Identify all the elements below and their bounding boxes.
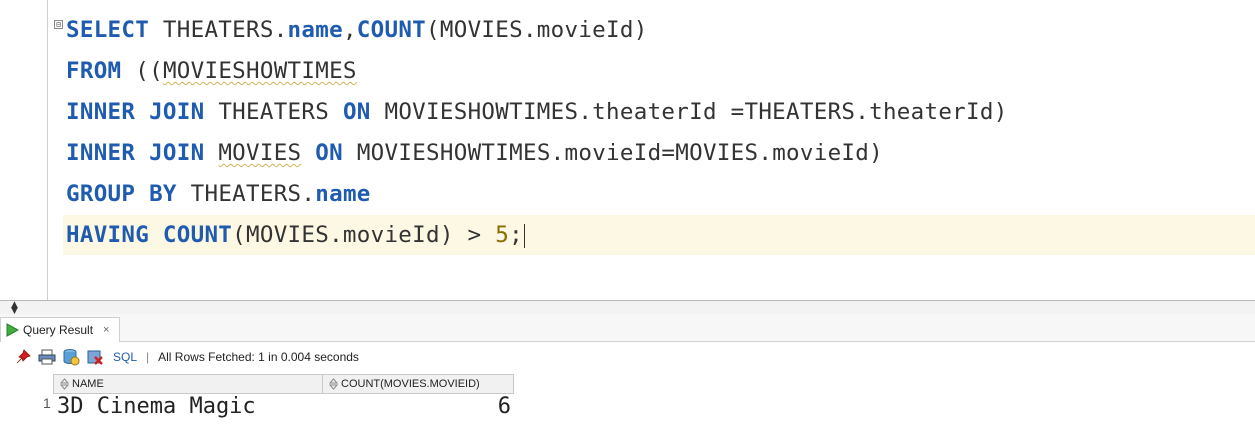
code-token: name — [315, 181, 371, 207]
code-token: (MOVIES.movieId) — [426, 17, 648, 43]
code-token: THEATERS. — [176, 181, 316, 207]
editor-gutter — [47, 0, 48, 300]
column-header-count[interactable]: COUNT(MOVIES.MOVIEID) — [322, 374, 514, 394]
sql-link[interactable]: SQL — [113, 350, 137, 364]
code-token: INNER JOIN — [66, 99, 205, 125]
column-header-label: NAME — [72, 378, 104, 390]
code-token: SELECT — [66, 17, 150, 43]
column-header-name[interactable]: NAME — [53, 374, 323, 394]
text-caret — [523, 223, 525, 248]
code-token: ON — [315, 140, 343, 166]
result-tab-bar: Query Result × — [0, 314, 1255, 342]
code-token: MOVIESHOWTIMES.theaterId =THEATERS.theat… — [370, 99, 1008, 125]
pin-icon[interactable] — [13, 347, 33, 367]
code-token: name — [287, 17, 343, 43]
cancel-query-icon[interactable] — [85, 347, 105, 367]
code-token: MOVIES — [218, 140, 302, 166]
tab-label: Query Result — [23, 323, 94, 337]
code-token: MOVIESHOWTIMES.movieId=MOVIES.movieId) — [342, 140, 883, 166]
code-token: FROM — [66, 58, 122, 84]
code-token: MOVIESHOWTIMES — [162, 58, 357, 84]
tab-query-result[interactable]: Query Result × — [0, 317, 121, 342]
code-token: (MOVIES.movieId) > — [232, 222, 496, 248]
code-token: COUNT — [356, 17, 427, 43]
table-cell-count[interactable]: 6 — [323, 393, 511, 421]
code-token: HAVING COUNT — [66, 222, 233, 248]
sql-editor[interactable]: ⊟ SELECT THEATERS.name,COUNT(MOVIES.movi… — [0, 0, 1255, 300]
sort-icon[interactable] — [60, 378, 69, 390]
code-token: 5 — [495, 222, 510, 248]
code-token: ; — [509, 222, 523, 248]
column-header-label: COUNT(MOVIES.MOVIEID) — [341, 378, 480, 390]
result-toolbar: SQL | All Rows Fetched: 1 in 0.004 secon… — [0, 343, 1255, 371]
toolbar-separator: | — [146, 350, 150, 364]
code-line-1[interactable]: SELECT THEATERS.name,COUNT(MOVIES.movieI… — [66, 10, 648, 50]
code-token: THEATERS — [204, 99, 343, 125]
panel-splitter[interactable]: ▲ ▼ — [0, 300, 1255, 316]
code-line-2[interactable]: FROM ((MOVIESHOWTIMES — [66, 51, 357, 91]
tab-close-icon[interactable]: × — [103, 324, 109, 336]
code-token: , — [342, 17, 357, 43]
code-line-5[interactable]: GROUP BY THEATERS.name — [66, 174, 371, 214]
code-token: THEATERS. — [149, 17, 288, 43]
fetch-status: All Rows Fetched: 1 in 0.004 seconds — [158, 350, 359, 364]
run-triangle-icon — [6, 323, 19, 337]
refresh-database-icon[interactable] — [61, 347, 81, 367]
code-token: (( — [121, 58, 163, 84]
code-line-4[interactable]: INNER JOIN MOVIES ON MOVIESHOWTIMES.movi… — [66, 133, 883, 173]
code-token: GROUP BY — [66, 181, 177, 207]
code-token: ON — [342, 99, 371, 125]
fold-collapse-icon[interactable]: ⊟ — [54, 20, 63, 29]
sort-icon[interactable] — [329, 378, 338, 390]
code-line-3[interactable]: INNER JOIN THEATERS ON MOVIESHOWTIMES.th… — [66, 92, 1008, 132]
print-icon[interactable] — [37, 347, 57, 367]
result-grid[interactable]: NAME COUNT(MOVIES.MOVIEID) 1 3D Cinema M… — [0, 371, 1255, 425]
splitter-arrows-icon[interactable]: ▲ ▼ — [11, 301, 18, 316]
row-number: 1 — [43, 395, 51, 411]
code-line-6[interactable]: HAVING COUNT(MOVIES.movieId) > 5; — [66, 215, 525, 255]
code-token: INNER JOIN — [66, 140, 205, 166]
table-cell-name[interactable]: 3D Cinema Magic — [57, 393, 256, 421]
